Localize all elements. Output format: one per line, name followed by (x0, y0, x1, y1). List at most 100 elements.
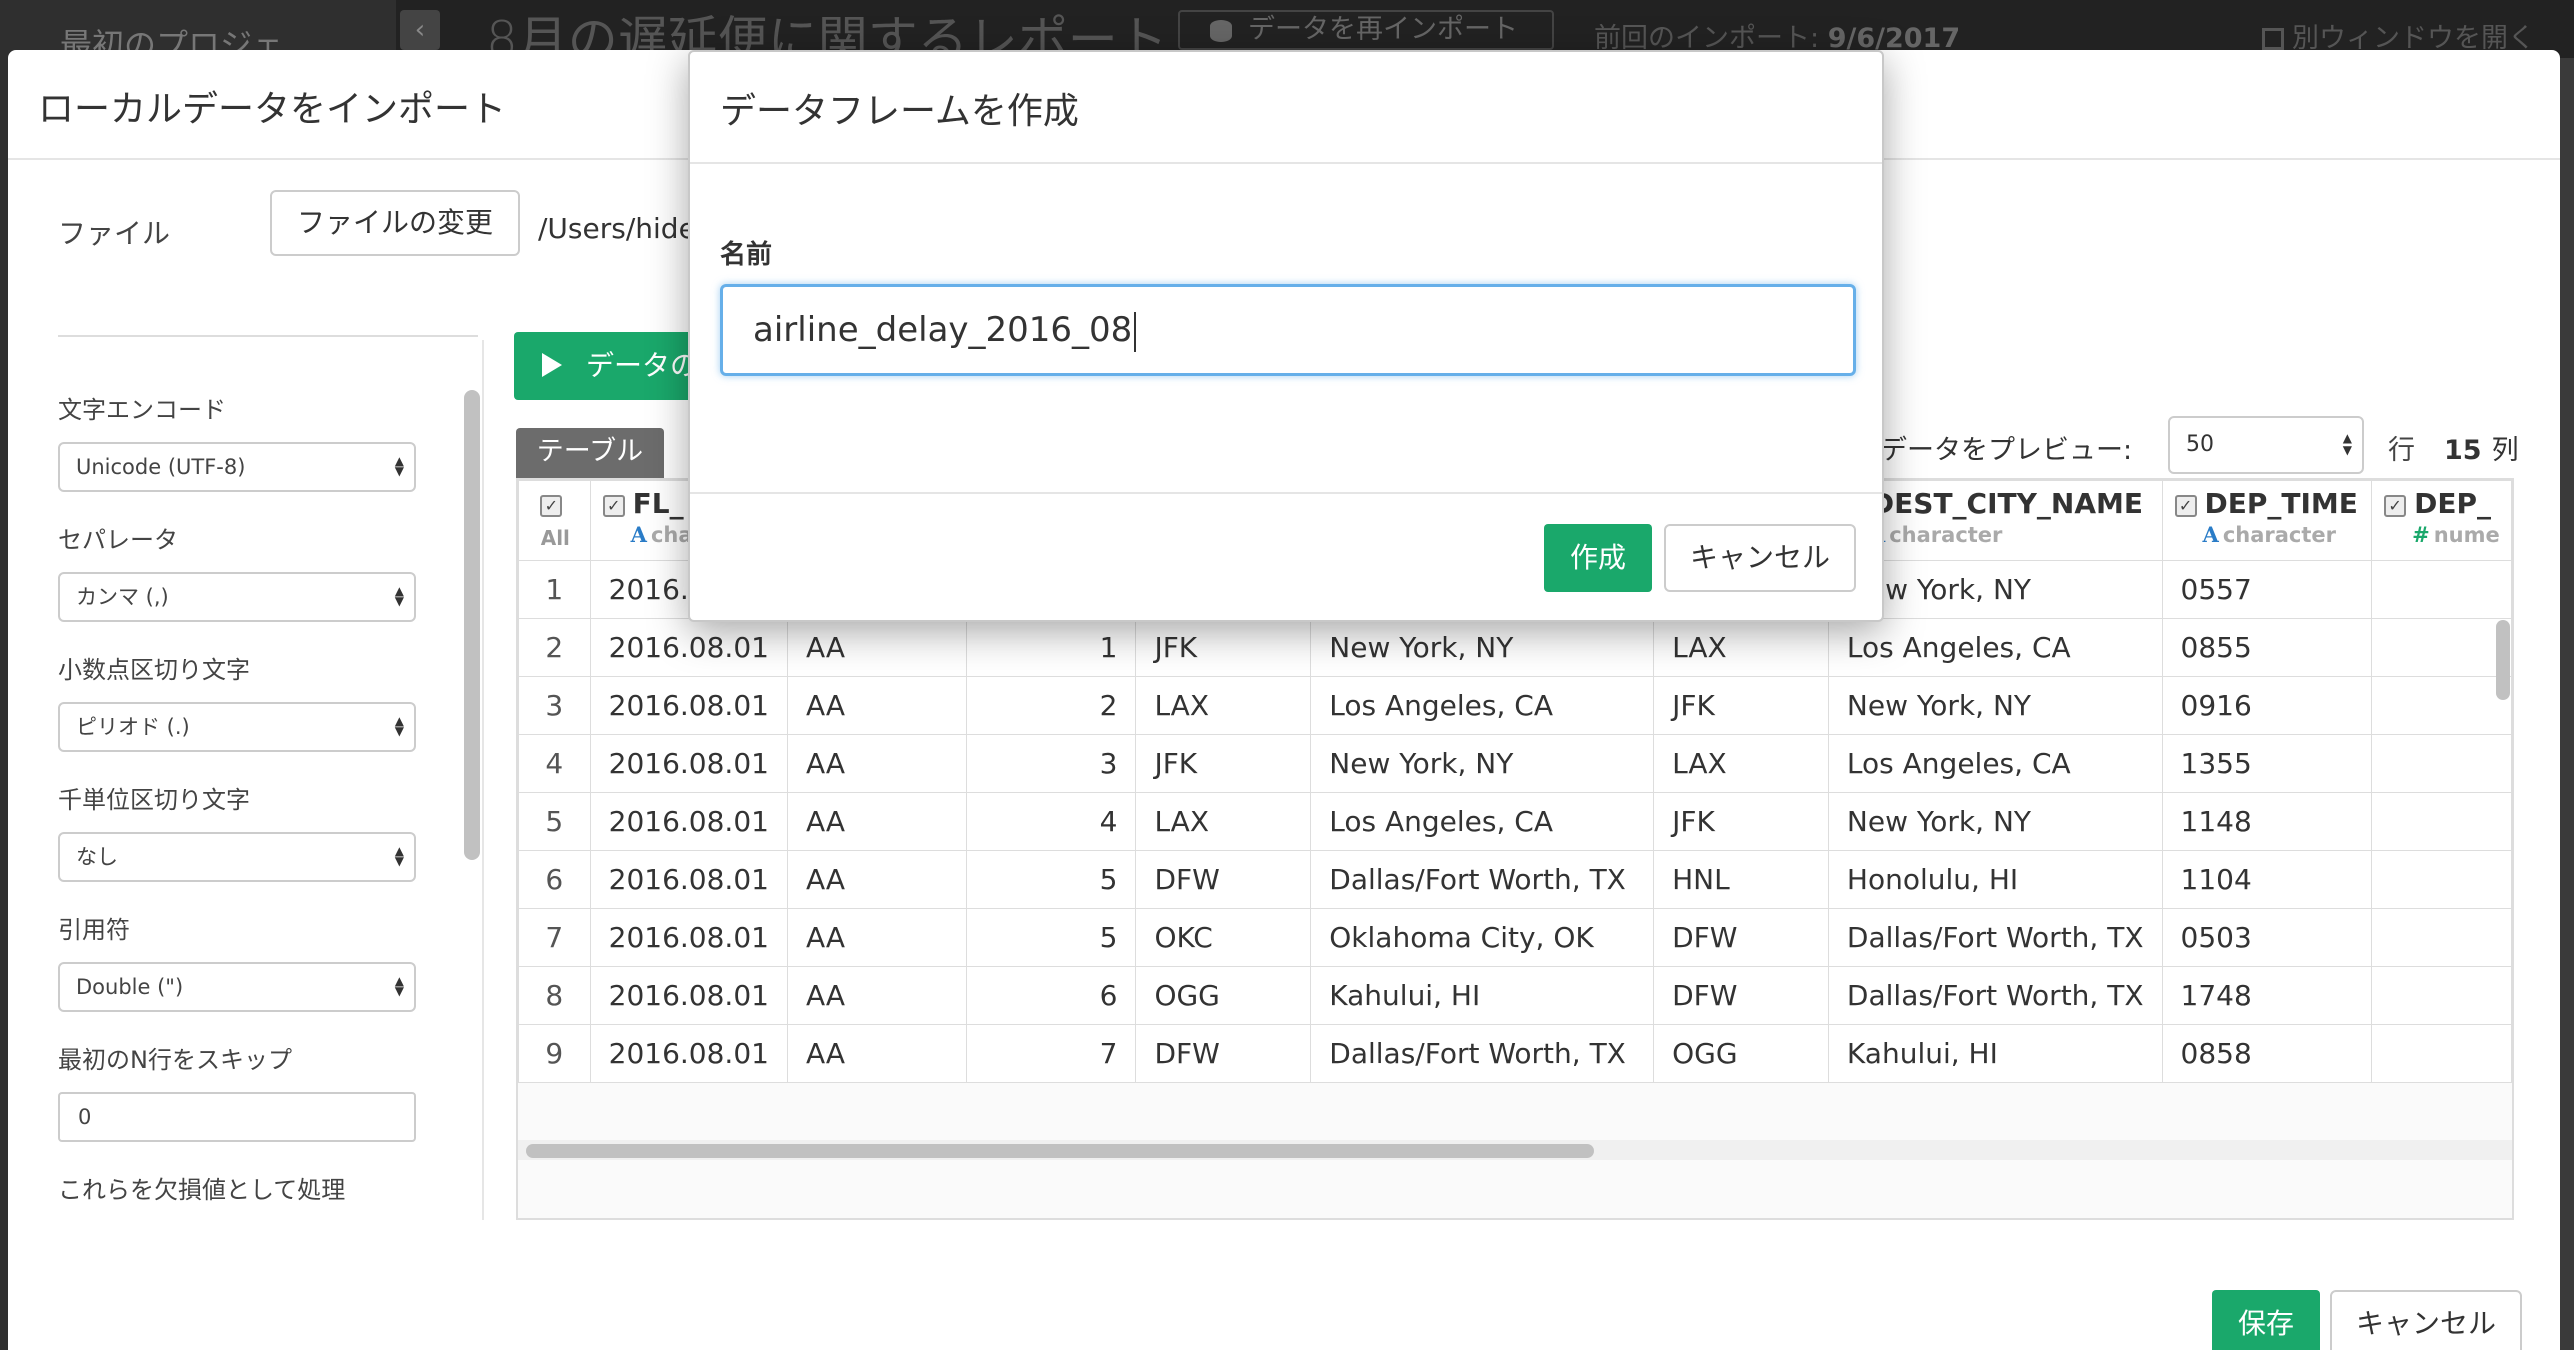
table-vertical-scrollbar[interactable] (2496, 620, 2510, 700)
table-cell: 2016.08.01 (589, 618, 788, 677)
numeric-type-icon: # (2412, 522, 2430, 547)
preview-rows-value: 50 (2186, 432, 2214, 457)
select-all-label: All (540, 526, 570, 550)
table-cell: 0916 (2161, 676, 2373, 735)
row-number: 1 (518, 560, 591, 619)
create-dialog-header: データフレームを作成 (690, 52, 1882, 164)
table-cell: 2016.08.01 (589, 792, 788, 851)
preview-rows-select[interactable]: 50 ▲ ▼ (2168, 416, 2364, 474)
table-cell: 0855 (2161, 618, 2373, 677)
table-cell: New York, NY (1827, 792, 2163, 851)
column-type: cha (650, 523, 693, 547)
table-cell: DFW (1653, 966, 1829, 1025)
table-cell: New York, NY (1827, 676, 2163, 735)
separator-select[interactable]: カンマ (,) ▲ ▼ (58, 572, 416, 622)
thousands-separator-value: なし (76, 845, 118, 869)
table-cell: 1355 (2161, 734, 2373, 793)
column-count-value: 15 (2444, 435, 2482, 466)
import-modal-title: ローカルデータをインポート (38, 89, 507, 130)
save-button[interactable]: 保存 (2212, 1290, 2320, 1350)
row-number: 7 (518, 908, 591, 967)
table-cell: LAX (1135, 792, 1312, 851)
run-import-button[interactable]: データの (514, 332, 694, 400)
skip-rows-input[interactable]: 0 (58, 1092, 416, 1142)
table-cell: LAX (1135, 676, 1312, 735)
back-icon[interactable]: ‹ (400, 10, 440, 50)
table-cell: OGG (1135, 966, 1312, 1025)
table-cell: Los Angeles, CA (1827, 734, 2163, 793)
table-cell: 1 (965, 618, 1137, 677)
select-all-column[interactable]: ✓ All (518, 480, 591, 561)
table-cell: OKC (1135, 908, 1312, 967)
table-cell: HNL (1653, 850, 1829, 909)
columns-unit-label: 列 (2491, 435, 2519, 466)
table-horizontal-scrollbar[interactable] (526, 1144, 1594, 1158)
table-cell: Los Angeles, CA (1310, 792, 1655, 851)
select-arrows-icon: ▲ ▼ (394, 714, 404, 738)
table-cell (2371, 1024, 2512, 1083)
table-cell: 2016.08.01 (589, 1024, 788, 1083)
checkbox-icon[interactable]: ✓ (540, 495, 563, 517)
cancel-button[interactable]: キャンセル (2330, 1290, 2522, 1350)
column-type: character (2222, 523, 2336, 547)
table-cell: 2016.08.01 (589, 734, 788, 793)
na-values-label: これらを欠損値として処理 (58, 1176, 346, 1204)
row-number: 9 (518, 1024, 591, 1083)
encoding-select[interactable]: Unicode (UTF-8) ▲ ▼ (58, 442, 416, 492)
import-settings-panel: 文字エンコード Unicode (UTF-8) ▲ ▼ セパレータ カンマ (,)… (58, 340, 468, 1220)
table-cell: Dallas/Fort Worth, TX (1310, 850, 1655, 909)
thousands-separator-select[interactable]: なし ▲ ▼ (58, 832, 416, 882)
table-cell: 1748 (2161, 966, 2373, 1025)
row-number: 4 (518, 734, 591, 793)
preview-rows-label: データをプレビュー: (1880, 435, 2133, 466)
quote-label: 引用符 (58, 916, 130, 944)
column-header-dep-delay[interactable]: ✓ DEP_ # nume (2371, 480, 2512, 561)
separator-value: カンマ (,) (76, 585, 169, 609)
column-name: DEST_CITY_NAME (1870, 487, 2143, 520)
table-cell: 0503 (2161, 908, 2373, 967)
table-row: 9 2016.08.01 AA 7 DFW Dallas/Fort Worth, TX OG… (518, 1024, 2512, 1083)
table-cell (2371, 734, 2512, 793)
checkbox-icon[interactable]: ✓ (2384, 495, 2407, 517)
quote-select[interactable]: Double (") ▲ ▼ (58, 962, 416, 1012)
select-arrows-icon: ▲ ▼ (2342, 431, 2352, 457)
table-row: 2 2016.08.01 AA 1 JFK New York, NY LAX Los Ange… (518, 618, 2512, 677)
table-cell: JFK (1653, 792, 1829, 851)
table-cell: 0858 (2161, 1024, 2373, 1083)
dataframe-name-input[interactable]: airline_delay_2016_08 (720, 284, 1856, 376)
change-file-button[interactable]: ファイルの変更 (270, 190, 520, 256)
row-number: 6 (518, 850, 591, 909)
settings-scrollbar[interactable] (464, 390, 480, 860)
reimport-button[interactable]: データを再インポート (1178, 10, 1554, 50)
table-cell (2371, 908, 2512, 967)
table-cell: LAX (1653, 734, 1829, 793)
checkbox-icon[interactable]: ✓ (602, 495, 625, 517)
column-name: FL_ (632, 487, 684, 520)
tab-table[interactable]: テーブル (516, 428, 664, 478)
table-cell: AA (786, 792, 967, 851)
table-cell (2371, 966, 2512, 1025)
table-cell: OGG (1653, 1024, 1829, 1083)
quote-value: Double (") (76, 975, 184, 999)
table-cell: 2016.08.01 (589, 966, 788, 1025)
create-dataframe-dialog: データフレームを作成 名前 airline_delay_2016_08 作成 キ… (688, 50, 1884, 622)
create-dialog-title: データフレームを作成 (720, 91, 1079, 132)
create-button[interactable]: 作成 (1544, 524, 1652, 592)
table-cell (2371, 560, 2512, 619)
table-cell: Kahului, HI (1827, 1024, 2163, 1083)
dialog-cancel-button[interactable]: キャンセル (1664, 524, 1856, 592)
table-cell: Dallas/Fort Worth, TX (1310, 1024, 1655, 1083)
table-cell: Dallas/Fort Worth, TX (1827, 966, 2163, 1025)
column-type: nume (2433, 523, 2500, 547)
table-row: 5 2016.08.01 AA 4 LAX Los Angeles, CA JFK New Y… (518, 792, 2512, 851)
table-cell: AA (786, 734, 967, 793)
table-cell: 0557 (2161, 560, 2373, 619)
select-arrows-icon: ▲ ▼ (394, 844, 404, 868)
table-cell: DFW (1135, 850, 1312, 909)
decimal-separator-select[interactable]: ピリオド (.) ▲ ▼ (58, 702, 416, 752)
checkbox-icon[interactable]: ✓ (2174, 495, 2197, 517)
table-cell (2371, 618, 2512, 677)
table-cell: 2016.08.01 (589, 676, 788, 735)
table-cell: AA (786, 676, 967, 735)
column-header-dep-time[interactable]: ✓ DEP_TIME Acharacter (2161, 480, 2373, 561)
